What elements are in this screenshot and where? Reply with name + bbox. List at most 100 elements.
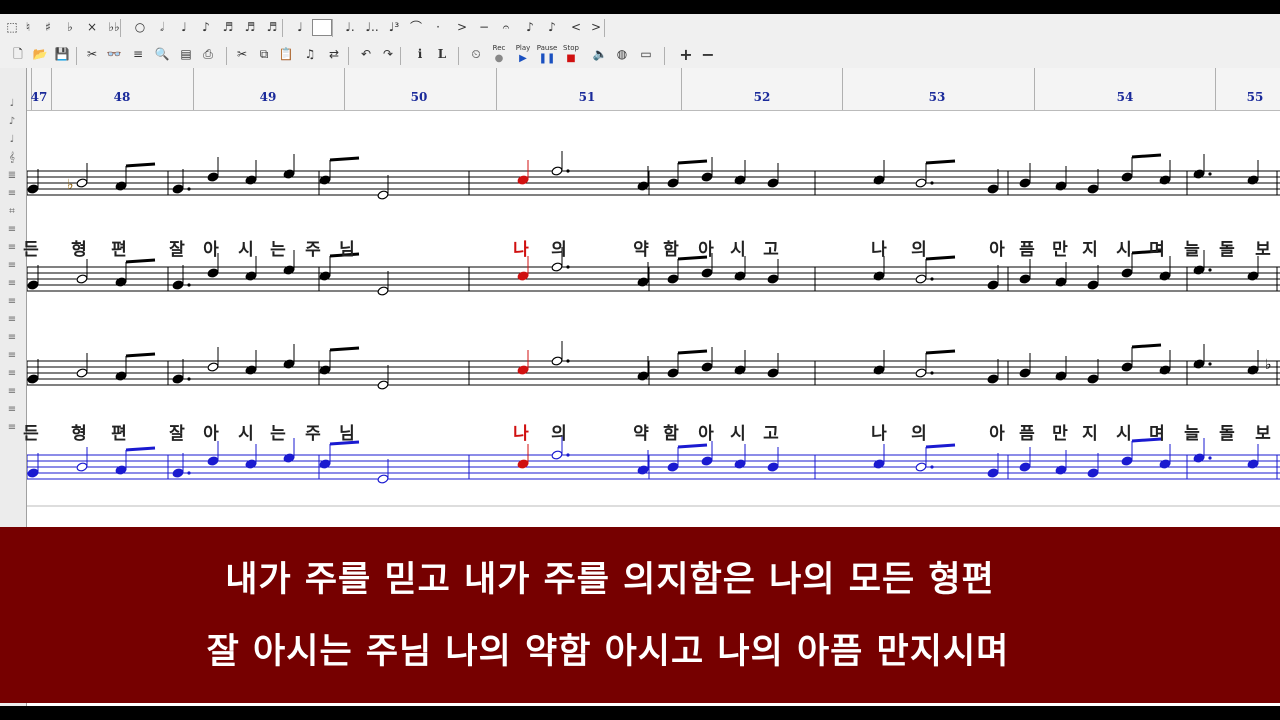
lyric-syllable[interactable]: 시 — [238, 419, 254, 444]
note[interactable] — [172, 468, 184, 478]
open-file-icon[interactable]: 📂 — [30, 44, 50, 65]
note[interactable] — [1087, 374, 1099, 384]
note[interactable] — [987, 468, 999, 478]
redo-icon[interactable]: ↷ — [378, 44, 398, 65]
lyric-syllable[interactable]: 며 — [1149, 419, 1165, 444]
lyric-syllable[interactable]: 잘 — [169, 419, 185, 444]
staff-tool-icon[interactable]: ≡ — [3, 240, 21, 256]
note[interactable] — [207, 172, 219, 182]
note[interactable] — [873, 459, 885, 469]
lyric-syllable[interactable]: 의 — [551, 235, 567, 260]
note[interactable] — [517, 459, 529, 469]
note[interactable] — [987, 184, 999, 194]
staff-tool-icon[interactable]: ≡ — [3, 186, 21, 202]
sharp-icon[interactable]: ♯ — [38, 17, 58, 38]
note[interactable] — [734, 365, 746, 375]
lyric-syllable[interactable]: 나 — [513, 419, 529, 444]
note[interactable] — [377, 190, 389, 200]
staff-tool-icon[interactable]: 𝄞 — [3, 150, 21, 166]
eighth-note-icon[interactable]: ♪ — [196, 17, 216, 38]
note[interactable] — [1159, 459, 1171, 469]
lyric-syllable[interactable]: 든 — [23, 419, 39, 444]
stop-button[interactable]: Stop ■ — [560, 44, 582, 66]
note[interactable] — [915, 178, 927, 188]
paste-icon[interactable]: 📋 — [276, 44, 296, 65]
note[interactable] — [551, 356, 563, 366]
undo-icon[interactable]: ↶ — [356, 44, 376, 65]
measure-number[interactable]: 54 — [1117, 90, 1134, 104]
note[interactable] — [1055, 465, 1067, 475]
note[interactable] — [1121, 362, 1133, 372]
note[interactable] — [1159, 365, 1171, 375]
note[interactable] — [667, 274, 679, 284]
lyric-syllable[interactable]: 아 — [989, 419, 1005, 444]
note[interactable] — [551, 262, 563, 272]
staff-tool-icon[interactable]: ≡ — [3, 384, 21, 400]
staff-tool-icon[interactable]: ≡ — [3, 294, 21, 310]
note[interactable] — [27, 468, 39, 478]
link-icon[interactable]: ⇄ — [324, 44, 344, 65]
double-flat-icon[interactable]: ♭♭ — [104, 17, 124, 38]
lyric-syllable[interactable]: 지 — [1082, 419, 1098, 444]
note[interactable] — [1055, 181, 1067, 191]
metronome-icon[interactable]: ⏲ — [466, 44, 486, 65]
note[interactable] — [517, 175, 529, 185]
lyric-syllable[interactable]: 주 — [305, 419, 321, 444]
flat-icon[interactable]: ♭ — [60, 17, 80, 38]
lyric-syllable[interactable]: 님 — [339, 235, 355, 260]
note[interactable] — [76, 462, 88, 472]
note[interactable] — [245, 459, 257, 469]
note[interactable] — [1121, 172, 1133, 182]
note[interactable] — [172, 280, 184, 290]
note[interactable] — [115, 465, 127, 475]
lyric-syllable[interactable]: 나 — [871, 419, 887, 444]
whole-note-icon[interactable]: ○ — [130, 17, 150, 38]
staff-tool-icon[interactable]: ≡ — [3, 276, 21, 292]
lyric-syllable[interactable]: 의 — [911, 419, 927, 444]
note[interactable] — [172, 184, 184, 194]
note[interactable] — [319, 459, 331, 469]
rest-box-icon[interactable] — [312, 19, 332, 36]
note[interactable] — [1247, 459, 1259, 469]
lyric-syllable[interactable]: 늘 — [1184, 235, 1200, 260]
note[interactable] — [701, 172, 713, 182]
lyric-syllable[interactable]: 아 — [203, 419, 219, 444]
note[interactable] — [915, 462, 927, 472]
staff-tool-icon[interactable]: ≡ — [3, 330, 21, 346]
note[interactable] — [517, 271, 529, 281]
note[interactable] — [377, 474, 389, 484]
note[interactable] — [551, 166, 563, 176]
note[interactable] — [667, 462, 679, 472]
note[interactable] — [1193, 169, 1205, 179]
lyric-syllable[interactable]: 의 — [551, 419, 567, 444]
note[interactable] — [115, 277, 127, 287]
stem-up-icon[interactable]: ♪ — [520, 17, 540, 38]
staccato-icon[interactable]: · — [428, 17, 448, 38]
sixteenth-note-icon[interactable]: ♬ — [218, 17, 238, 38]
note[interactable] — [377, 380, 389, 390]
score-area[interactable]: ♭ ♭ 든형편잘아시는주님나의약함아시고나의아픔만지시며늘돌보든형편잘아시는주님나… — [23, 111, 1280, 525]
note[interactable] — [1247, 271, 1259, 281]
lyric-syllable[interactable]: 늘 — [1184, 419, 1200, 444]
lyric-syllable[interactable]: 시 — [1116, 419, 1132, 444]
note[interactable] — [873, 175, 885, 185]
note[interactable] — [1159, 271, 1171, 281]
note[interactable] — [207, 456, 219, 466]
lyric-syllable[interactable]: 아 — [989, 235, 1005, 260]
note[interactable] — [1193, 265, 1205, 275]
note[interactable] — [987, 374, 999, 384]
note[interactable] — [27, 184, 39, 194]
note[interactable] — [767, 274, 779, 284]
lyric-syllable[interactable]: 보 — [1255, 235, 1271, 260]
lyric-syllable[interactable]: 의 — [911, 235, 927, 260]
measure-number[interactable]: 49 — [260, 90, 277, 104]
note[interactable] — [701, 456, 713, 466]
note[interactable] — [283, 169, 295, 179]
lyric-syllable[interactable]: 아 — [698, 235, 714, 260]
crescendo-icon[interactable]: < — [566, 17, 586, 38]
rec-button[interactable]: Rec ● — [488, 44, 510, 66]
lyric-syllable[interactable]: 고 — [763, 419, 779, 444]
note[interactable] — [1019, 462, 1031, 472]
cut-icon[interactable]: ✂ — [232, 44, 252, 65]
measure-number[interactable]: 47 — [31, 90, 48, 104]
